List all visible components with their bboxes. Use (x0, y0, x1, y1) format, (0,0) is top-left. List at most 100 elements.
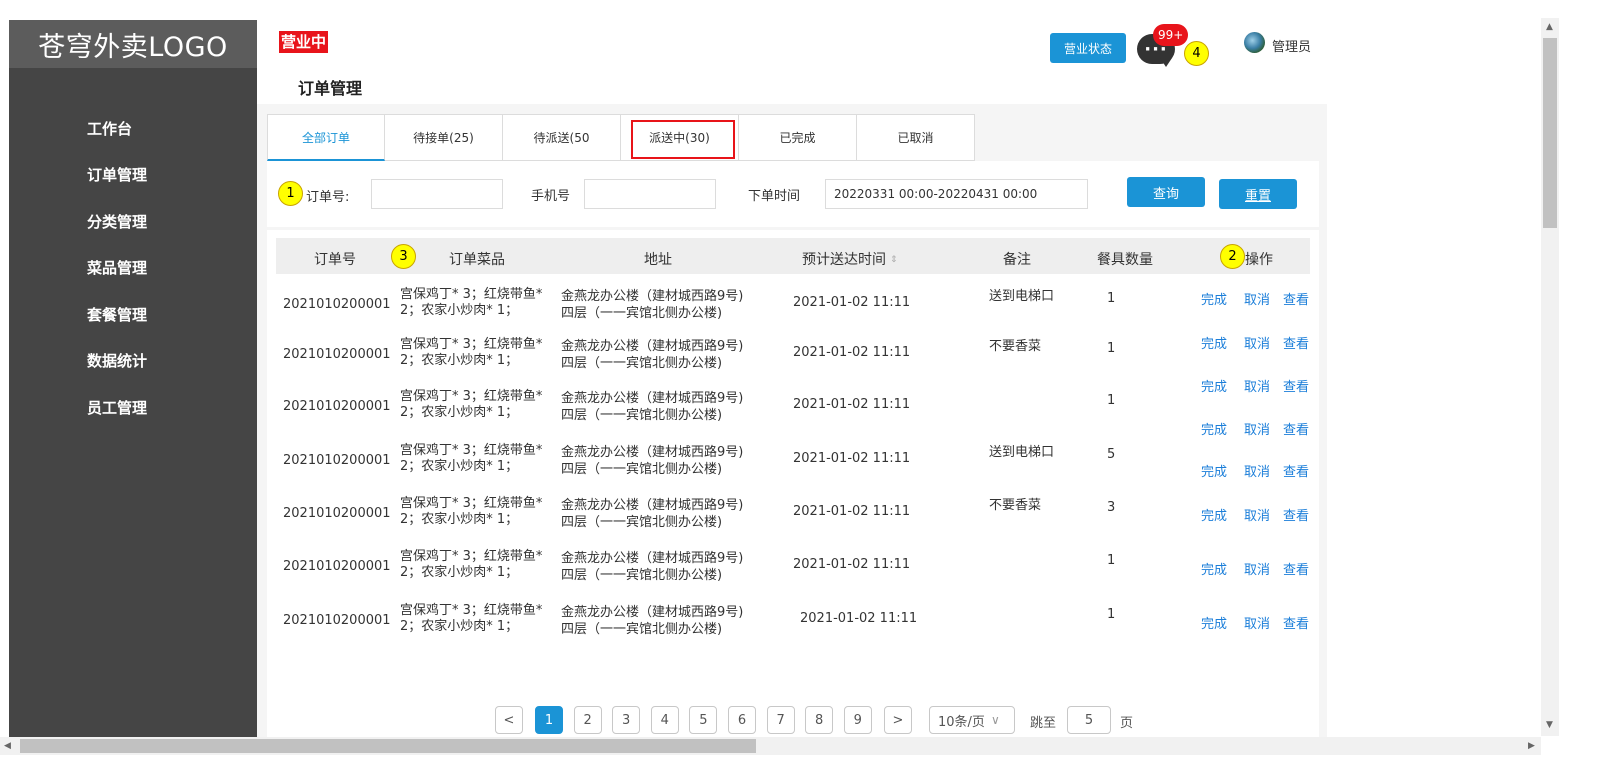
annotation-marker-3: 3 (391, 244, 416, 269)
address-cell-line1: 金燕龙办公楼（建材城西路9号) (561, 551, 744, 566)
sidebar-item-orders[interactable]: 订单管理 (87, 164, 147, 185)
complete-link[interactable]: 完成 (1201, 376, 1227, 395)
sidebar-item-setmeals[interactable]: 套餐管理 (87, 304, 147, 325)
view-link[interactable]: 查看 (1283, 461, 1309, 480)
page-button-2[interactable]: 2 (573, 706, 602, 734)
page-button-9[interactable]: 9 (843, 706, 872, 734)
prev-page-button[interactable]: < (495, 706, 523, 734)
complete-link[interactable]: 完成 (1201, 505, 1227, 524)
order-no-input[interactable] (371, 179, 503, 209)
business-status-button[interactable]: 营业状态 (1050, 33, 1126, 63)
view-link[interactable]: 查看 (1283, 376, 1309, 395)
eta-cell: 2021-01-02 11:11 (793, 504, 911, 519)
phone-input[interactable] (584, 179, 716, 209)
address-cell-line1: 金燕龙办公楼（建材城西路9号) (561, 605, 744, 620)
sidebar-item-statistics[interactable]: 数据统计 (87, 350, 147, 371)
view-link[interactable]: 查看 (1283, 419, 1309, 438)
tableware-qty-cell: 1 (1107, 393, 1116, 408)
col-note: 备注 (1003, 252, 1031, 268)
order-status-tabs: 全部订单 待接单(25) 待派送(50 派送中(30) 已完成 已取消 (267, 114, 975, 161)
address-cell-line1: 金燕龙办公楼（建材城西路9号) (561, 289, 744, 304)
address-cell-line2: 四层（一一宾馆北侧办公楼) (561, 408, 723, 423)
vertical-scroll-thumb[interactable] (1543, 38, 1557, 228)
scroll-down-icon[interactable]: ▼ (1546, 720, 1553, 730)
cancel-link[interactable]: 取消 (1244, 613, 1270, 632)
jump-page-input[interactable]: 5 (1067, 706, 1111, 734)
view-link[interactable]: 查看 (1283, 559, 1309, 578)
page-title: 订单管理 (298, 79, 363, 98)
page-button-5[interactable]: 5 (689, 706, 718, 734)
cancel-link[interactable]: 取消 (1244, 419, 1270, 438)
page-button-7[interactable]: 7 (766, 706, 795, 734)
cancel-link[interactable]: 取消 (1244, 333, 1270, 352)
page-button-3[interactable]: 3 (612, 706, 641, 734)
horizontal-scroll-thumb[interactable] (20, 739, 756, 753)
scroll-left-icon[interactable]: ◀ (4, 741, 11, 751)
address-cell-line2: 四层（一一宾馆北侧办公楼) (561, 462, 723, 477)
annotation-marker-4: 4 (1184, 41, 1209, 66)
tab-pending-dispatch[interactable]: 待派送(50 (503, 114, 621, 161)
sidebar-item-categories[interactable]: 分类管理 (87, 211, 147, 232)
cancel-link[interactable]: 取消 (1244, 505, 1270, 524)
page-button-4[interactable]: 4 (650, 706, 679, 734)
scroll-right-icon[interactable]: ▶ (1528, 741, 1535, 751)
page-size-select[interactable]: 10条/页 ∨ (929, 706, 1015, 734)
page-button-8[interactable]: 8 (805, 706, 834, 734)
dishes-cell-line2: 2；农家小炒肉* 1； (400, 459, 519, 474)
view-link[interactable]: 查看 (1283, 289, 1309, 308)
scroll-up-icon[interactable]: ▲ (1546, 22, 1553, 32)
avatar[interactable] (1244, 32, 1265, 53)
page-button-1[interactable]: 1 (535, 706, 563, 734)
complete-link[interactable]: 完成 (1201, 461, 1227, 480)
tableware-qty-cell: 1 (1107, 341, 1116, 356)
col-order-no: 订单号 (314, 252, 356, 268)
dishes-cell-line2: 2；农家小炒肉* 1； (400, 303, 519, 318)
tab-cancelled[interactable]: 已取消 (857, 114, 975, 161)
cancel-link[interactable]: 取消 (1244, 559, 1270, 578)
complete-link[interactable]: 完成 (1201, 559, 1227, 578)
col-dishes: 订单菜品 (449, 252, 505, 268)
tab-delivering[interactable]: 派送中(30) (621, 114, 739, 161)
cancel-link[interactable]: 取消 (1244, 376, 1270, 395)
view-link[interactable]: 查看 (1283, 333, 1309, 352)
view-link[interactable]: 查看 (1283, 613, 1309, 632)
sort-icon[interactable]: ⇕ (890, 255, 898, 265)
order-time-range-input[interactable]: 20220331 00:00-20220431 00:00 (825, 179, 1088, 209)
next-page-button[interactable]: > (884, 706, 912, 734)
col-actions: 操作 (1245, 252, 1273, 268)
sidebar-item-workbench[interactable]: 工作台 (87, 118, 132, 139)
complete-link[interactable]: 完成 (1201, 419, 1227, 438)
col-tableware-qty: 餐具数量 (1097, 252, 1153, 268)
dishes-cell-line1: 宫保鸡丁* 3；红烧带鱼* (400, 287, 543, 302)
jump-label: 跳至 (1030, 716, 1057, 731)
admin-name[interactable]: 管理员 (1272, 36, 1311, 55)
tab-pending-accept[interactable]: 待接单(25) (385, 114, 503, 161)
annotation-marker-1: 1 (278, 181, 303, 206)
col-address: 地址 (644, 252, 672, 268)
page-size-value: 10条/页 (938, 714, 985, 730)
complete-link[interactable]: 完成 (1201, 613, 1227, 632)
view-link[interactable]: 查看 (1283, 505, 1309, 524)
cancel-link[interactable]: 取消 (1244, 461, 1270, 480)
cancel-link[interactable]: 取消 (1244, 289, 1270, 308)
complete-link[interactable]: 完成 (1201, 333, 1227, 352)
sidebar-item-employees[interactable]: 员工管理 (87, 397, 147, 418)
address-cell-line2: 四层（一一宾馆北侧办公楼) (561, 356, 723, 371)
dishes-cell-line1: 宫保鸡丁* 3；红烧带鱼* (400, 337, 543, 352)
tab-all-orders[interactable]: 全部订单 (267, 114, 385, 161)
page-button-6[interactable]: 6 (728, 706, 756, 734)
query-button[interactable]: 查询 (1127, 177, 1205, 207)
order-no-cell: 2021010200001 (283, 347, 391, 362)
tableware-qty-cell: 3 (1107, 500, 1116, 515)
tab-completed[interactable]: 已完成 (739, 114, 857, 161)
sidebar-item-dishes[interactable]: 菜品管理 (87, 257, 147, 278)
table-header (276, 238, 1310, 274)
reset-button[interactable]: 重置 (1219, 179, 1297, 209)
dishes-cell-line2: 2；农家小炒肉* 1； (400, 353, 519, 368)
address-cell-line1: 金燕龙办公楼（建材城西路9号) (561, 339, 744, 354)
complete-link[interactable]: 完成 (1201, 289, 1227, 308)
order-no-cell: 2021010200001 (283, 506, 391, 521)
dishes-cell-line1: 宫保鸡丁* 3；红烧带鱼* (400, 549, 543, 564)
col-eta[interactable]: 预计送达时间 ⇕ (802, 249, 898, 269)
address-cell-line2: 四层（一一宾馆北侧办公楼) (561, 568, 723, 583)
